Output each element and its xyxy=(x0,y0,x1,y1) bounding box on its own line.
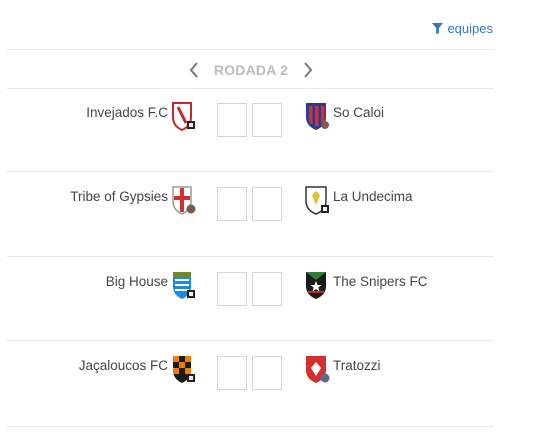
away-team-crest-icon xyxy=(304,185,330,215)
round-label: RODADA 2 xyxy=(213,62,289,78)
divider xyxy=(7,49,494,50)
divider xyxy=(7,171,494,172)
divider xyxy=(7,426,494,427)
next-round-button[interactable] xyxy=(301,58,315,82)
divider xyxy=(7,340,494,341)
home-team-name: Tribe of Gypsies xyxy=(70,189,168,204)
home-team-crest-icon xyxy=(170,101,196,131)
previous-round-button[interactable] xyxy=(187,58,201,82)
filter-icon xyxy=(432,23,444,34)
away-score-input[interactable] xyxy=(252,103,282,137)
filter-label: equipes xyxy=(447,21,493,36)
away-team-name: So Caloi xyxy=(333,105,385,120)
home-score-input[interactable] xyxy=(217,272,247,306)
away-team-crest-icon xyxy=(304,354,330,384)
home-team-crest-icon xyxy=(170,354,196,384)
away-team-crest-icon xyxy=(304,270,330,300)
round-navigator: RODADA 2 xyxy=(187,58,315,82)
match-row: Big House The Snipers FC xyxy=(7,262,494,346)
away-score-input[interactable] xyxy=(252,272,282,306)
home-score-input[interactable] xyxy=(217,356,247,390)
home-team-crest-icon xyxy=(170,185,196,215)
filter-teams-button[interactable]: equipes xyxy=(432,21,493,36)
match-row: Jaçaloucos FC Tratozzi xyxy=(7,346,494,430)
home-score-input[interactable] xyxy=(217,187,247,221)
chevron-right-icon xyxy=(304,62,313,78)
away-score-input[interactable] xyxy=(252,356,282,390)
home-team-name: Big House xyxy=(105,274,168,289)
chevron-left-icon xyxy=(189,62,198,78)
away-team-name: Tratozzi xyxy=(333,358,381,373)
away-score-input[interactable] xyxy=(252,187,282,221)
away-team-name: The Snipers FC xyxy=(333,274,428,289)
away-team-name: La Undecima xyxy=(333,189,413,204)
match-row: Tribe of Gypsies La Undecima xyxy=(7,177,494,261)
divider xyxy=(7,256,494,257)
divider xyxy=(7,88,494,89)
match-row: Invejados F.C So Caloi xyxy=(7,93,494,177)
home-team-crest-icon xyxy=(170,270,196,300)
home-score-input[interactable] xyxy=(217,103,247,137)
home-team-name: Jaçaloucos FC xyxy=(78,358,168,373)
away-team-crest-icon xyxy=(304,101,330,131)
home-team-name: Invejados F.C xyxy=(86,105,168,120)
